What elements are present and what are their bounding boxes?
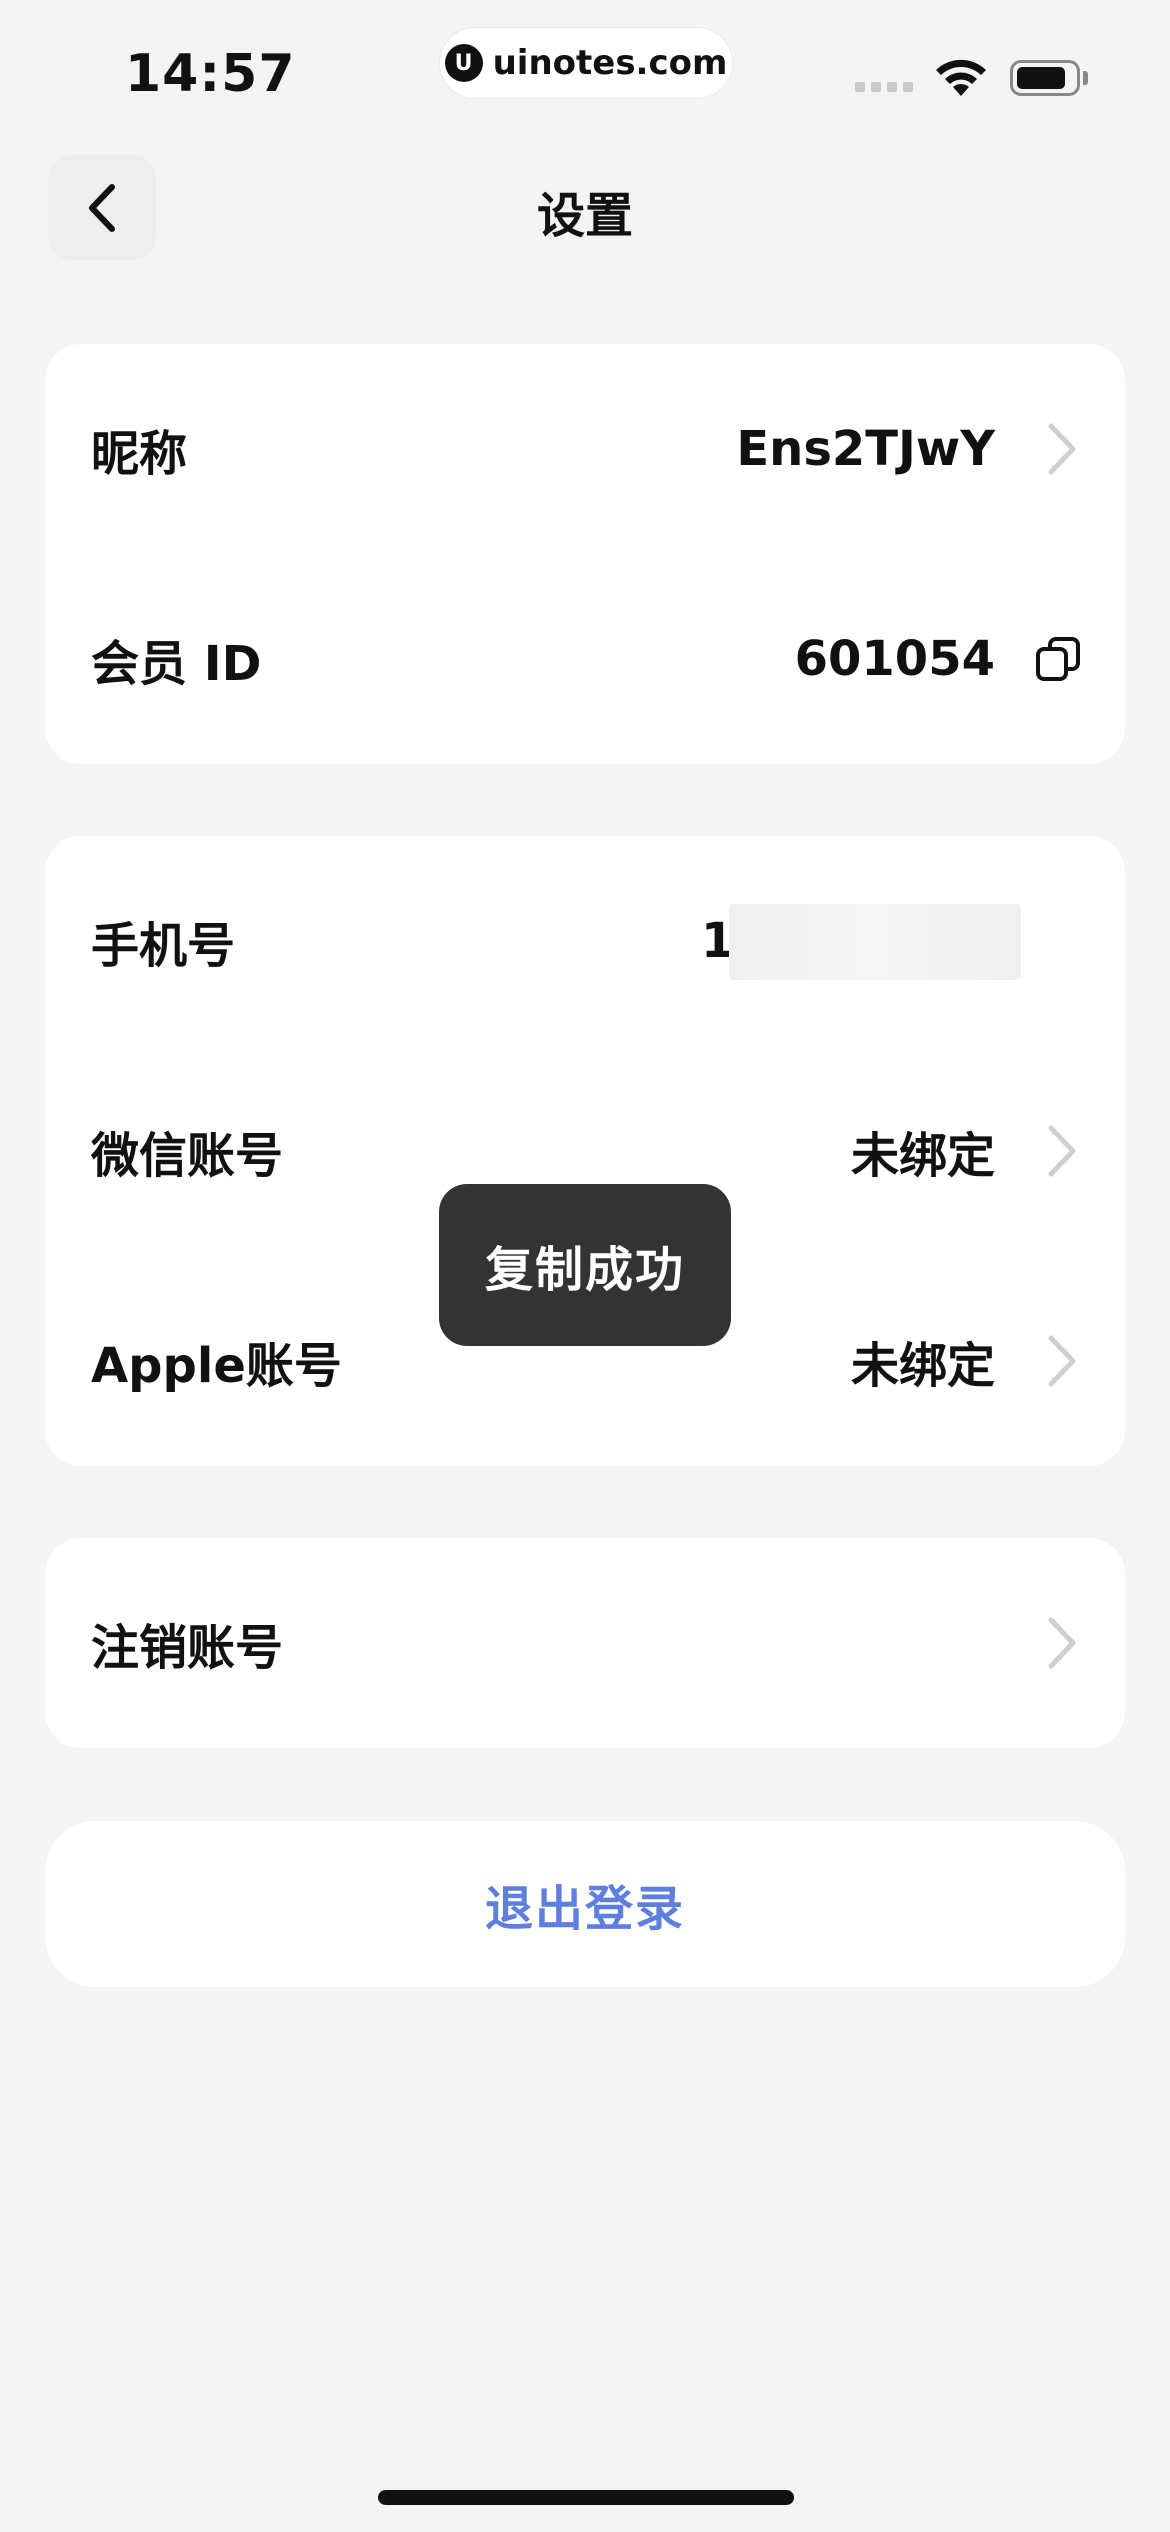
account-card: 手机号 1 微信账号 未绑定 Apple账号 未绑定 (45, 836, 1125, 1466)
copy-icon[interactable] (1035, 636, 1081, 682)
wifi-icon (936, 59, 986, 96)
battery-icon (1010, 60, 1080, 96)
home-indicator[interactable] (378, 2490, 794, 2505)
status-time: 14:57 (125, 44, 296, 104)
chevron-right-icon (1048, 1335, 1076, 1387)
chevron-right-icon (1048, 1125, 1076, 1177)
cellular-signal-icon (855, 82, 913, 92)
wechat-label: 微信账号 (91, 1128, 284, 1184)
nickname-value: Ens2TJwY (736, 421, 995, 477)
chevron-right-icon (1048, 423, 1076, 475)
member-id-value: 601054 (794, 631, 995, 687)
site-url-pill: U uinotes.com (440, 28, 732, 98)
status-bar: 14:57 U uinotes.com (0, 0, 1170, 140)
delete-account-row[interactable]: 注销账号 (45, 1538, 1125, 1748)
member-id-row: 会员 ID 601054 (45, 554, 1125, 764)
profile-card: 昵称 Ens2TJwY 会员 ID 601054 (45, 344, 1125, 764)
phone-redaction (729, 904, 1021, 980)
site-logo-icon: U (444, 44, 483, 82)
chevron-right-icon (1048, 1617, 1076, 1669)
member-id-label: 会员 ID (91, 636, 262, 692)
nickname-label: 昵称 (91, 426, 188, 482)
wechat-value: 未绑定 (850, 1128, 995, 1184)
copy-success-toast: 复制成功 (439, 1184, 731, 1346)
page-title: 设置 (536, 188, 633, 244)
delete-account-label: 注销账号 (91, 1620, 284, 1676)
logout-label: 退出登录 (484, 1881, 685, 1937)
nickname-row[interactable]: 昵称 Ens2TJwY (45, 344, 1125, 554)
site-url-text: uinotes.com (492, 43, 728, 83)
apple-value: 未绑定 (850, 1338, 995, 1394)
apple-label: Apple账号 (91, 1338, 342, 1394)
phone-row: 手机号 1 (45, 836, 1125, 1046)
phone-label: 手机号 (91, 918, 236, 974)
battery-cap (1083, 71, 1088, 85)
logout-button[interactable]: 退出登录 (45, 1821, 1125, 1987)
delete-account-card: 注销账号 (45, 1538, 1125, 1748)
